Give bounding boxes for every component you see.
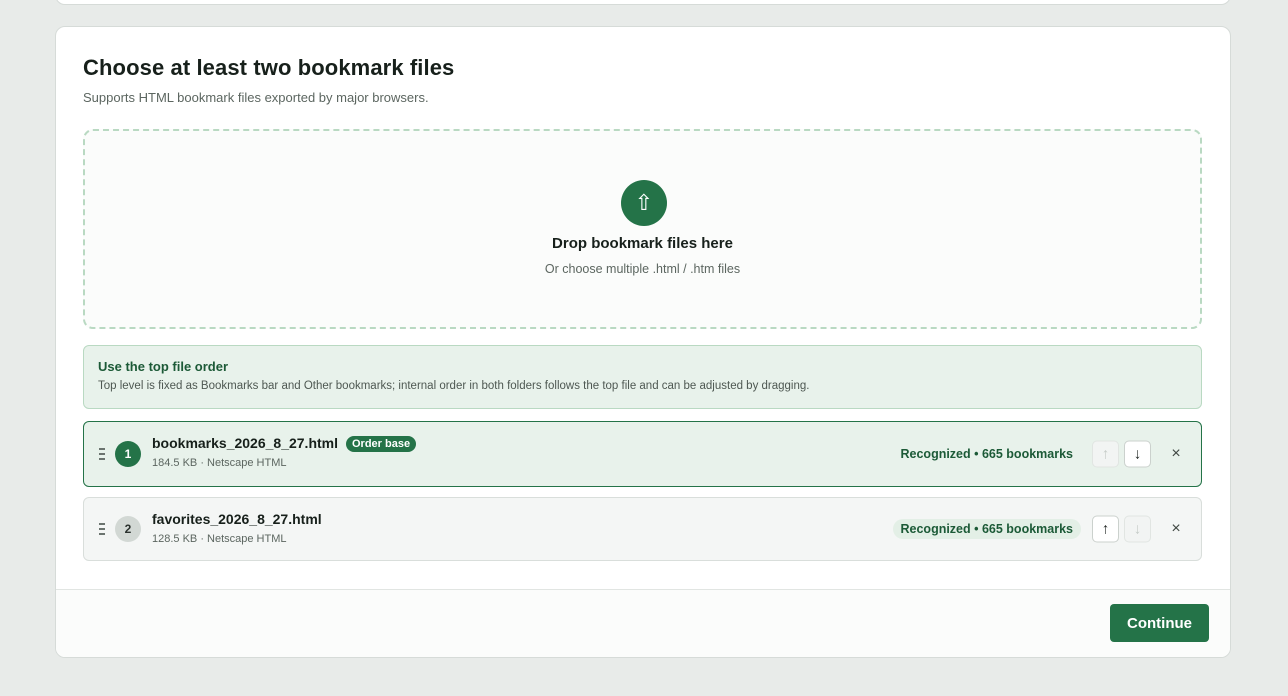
move-up-button[interactable]: ↑ (1092, 515, 1119, 543)
file-meta: 128.5 KB · Netscape HTML (152, 533, 287, 545)
page-title: Choose at least two bookmark files (83, 55, 455, 80)
order-base-badge: Order base (346, 436, 417, 452)
dropzone-hint: Or choose multiple .html / .htm files (544, 262, 741, 276)
drag-handle-icon[interactable] (99, 523, 105, 535)
file-row-1[interactable]: 1 bookmarks_2026_8_27.html Order base 184… (83, 421, 1202, 487)
order-notice: Use the top file order Top level is fixe… (83, 345, 1202, 409)
file-name: bookmarks_2026_8_27.html Order base (152, 435, 417, 452)
drag-handle-icon[interactable] (99, 448, 105, 460)
card-body: Choose at least two bookmark files Suppo… (56, 27, 1230, 590)
close-icon: × (1171, 520, 1181, 537)
arrow-down-icon: ↓ (1133, 445, 1142, 463)
notice-text: Top level is fixed as Bookmarks bar and … (98, 380, 810, 392)
continue-button[interactable]: Continue (1110, 604, 1209, 642)
page-subtitle: Supports HTML bookmark files exported by… (83, 90, 429, 105)
close-icon: × (1171, 445, 1181, 462)
remove-file-button[interactable]: × (1167, 445, 1185, 463)
arrow-up-icon: ↑ (1101, 520, 1110, 538)
order-number: 2 (115, 516, 141, 542)
move-up-button[interactable]: ↑ (1092, 440, 1119, 468)
file-name: favorites_2026_8_27.html (152, 511, 322, 527)
recognition-status: Recognized • 665 bookmarks (892, 519, 1081, 539)
dropzone-title: Drop bookmark files here (552, 235, 733, 252)
file-row-2[interactable]: 2 favorites_2026_8_27.html 128.5 KB · Ne… (83, 497, 1202, 561)
file-name-text: bookmarks_2026_8_27.html (152, 435, 338, 451)
move-down-button[interactable]: ↓ (1124, 515, 1151, 543)
order-number: 1 (115, 441, 141, 467)
arrow-down-icon: ↓ (1133, 520, 1142, 538)
file-name-text: favorites_2026_8_27.html (152, 511, 322, 527)
file-meta: 184.5 KB · Netscape HTML (152, 457, 287, 469)
arrow-up-icon: ↑ (1101, 445, 1110, 463)
move-down-button[interactable]: ↓ (1124, 440, 1151, 468)
notice-title: Use the top file order (98, 359, 229, 374)
file-selection-card: Choose at least two bookmark files Suppo… (55, 26, 1231, 658)
card-footer: Continue (56, 589, 1230, 657)
remove-file-button[interactable]: × (1167, 520, 1185, 538)
previous-card (55, 0, 1231, 5)
upload-arrow-icon: ⇧ (621, 180, 667, 226)
file-dropzone[interactable]: ⇧ Drop bookmark files here Or choose mul… (83, 129, 1202, 329)
recognition-status: Recognized • 665 bookmarks (900, 447, 1074, 461)
